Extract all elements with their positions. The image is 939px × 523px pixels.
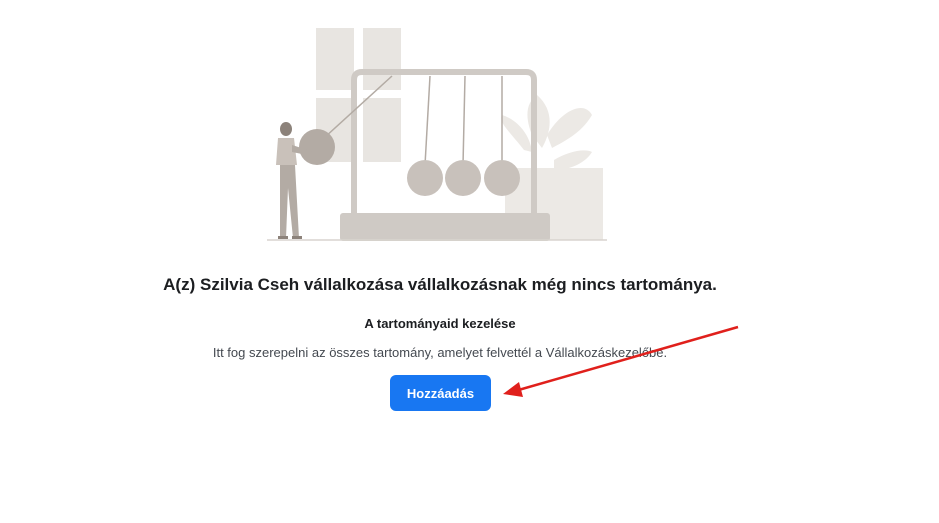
- newtons-cradle-illustration: [267, 28, 607, 241]
- domains-empty-state-page: A(z) Szilvia Cseh vállalkozása vállalkoz…: [0, 0, 939, 523]
- empty-state-title: A(z) Szilvia Cseh vállalkozása vállalkoz…: [163, 275, 717, 294]
- section-heading: A tartományaid kezelése: [364, 316, 516, 331]
- empty-state-description: Itt fog szerepelni az összes tartomány, …: [212, 345, 668, 360]
- add-domain-button[interactable]: Hozzáadás: [390, 375, 491, 411]
